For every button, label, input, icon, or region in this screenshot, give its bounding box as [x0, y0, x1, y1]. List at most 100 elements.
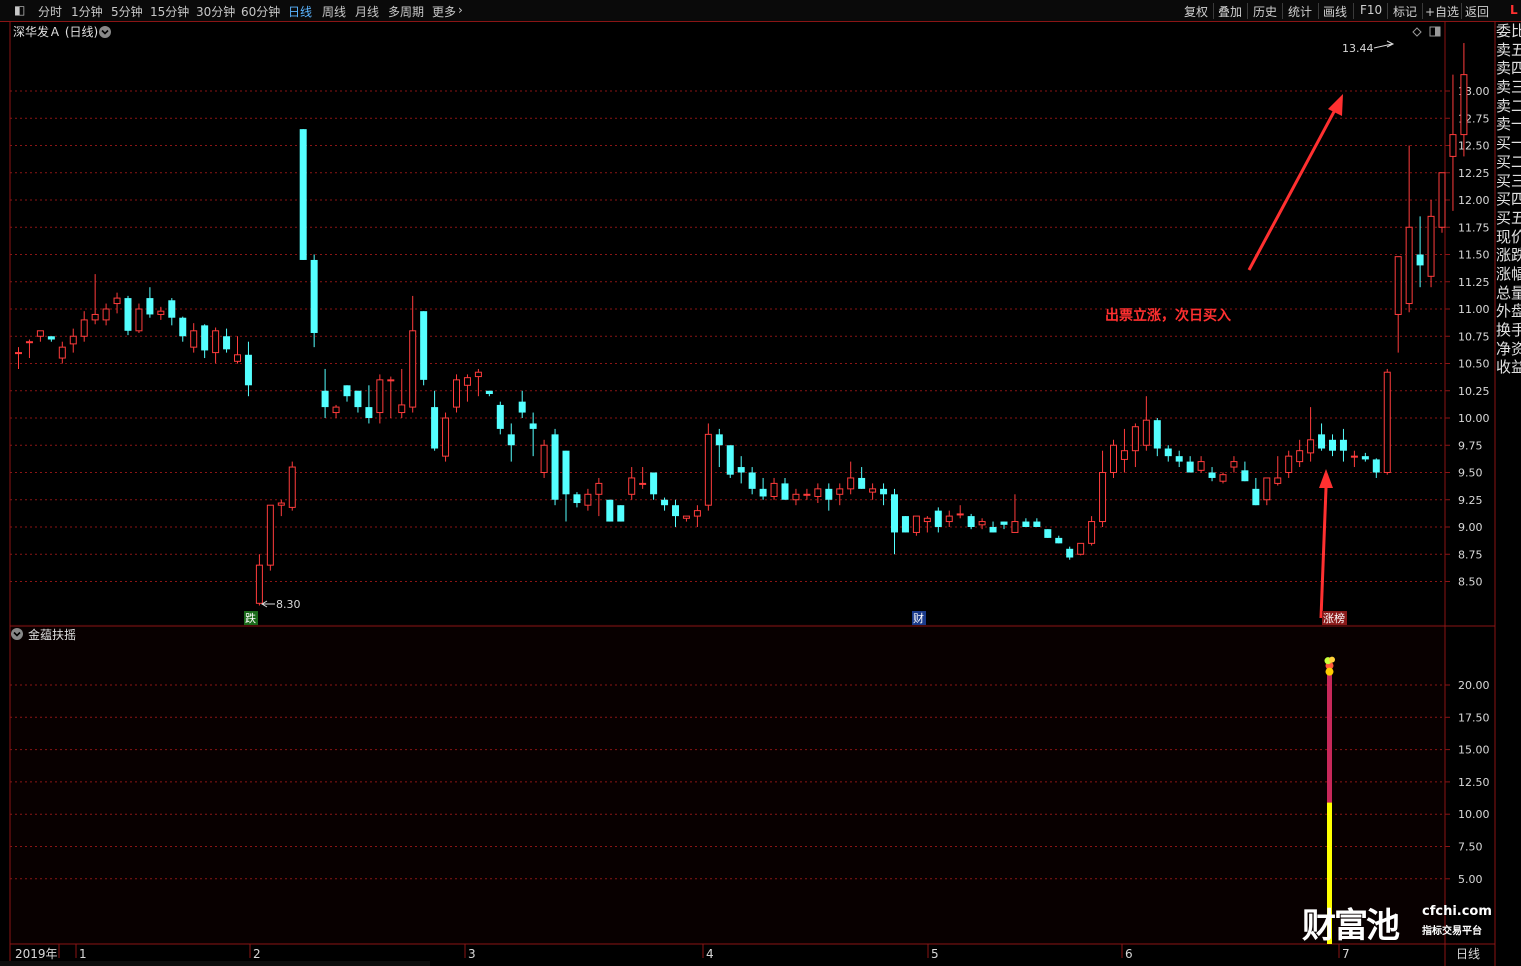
candle-body-down	[781, 483, 789, 500]
candle-body-down	[1318, 434, 1326, 449]
btn-add-watchlist[interactable]: +自选	[1425, 3, 1459, 20]
side-item-sell2: 卖二	[1496, 96, 1521, 115]
time-label-year: 2019年	[15, 947, 58, 961]
btn-restore-rights[interactable]: 复权	[1184, 3, 1208, 20]
candle-body-down	[1033, 521, 1041, 527]
period-more[interactable]: 更多	[432, 3, 456, 20]
candle-body-up	[332, 406, 340, 414]
price-tick-label: 11.00	[1458, 303, 1490, 316]
candle-body-up	[69, 335, 77, 345]
candle-body-down	[518, 401, 526, 413]
kline-chart[interactable]: 13.0012.7512.5012.2512.0011.7511.5011.25…	[0, 22, 1521, 966]
candle-body-up	[923, 517, 931, 523]
candle-body-down	[715, 434, 723, 446]
chevron-right-icon[interactable]: ›	[458, 3, 463, 17]
candle-body-up	[1274, 477, 1282, 484]
candle-body-up	[387, 379, 395, 382]
period-60min[interactable]: 60分钟	[241, 3, 280, 20]
candle-body-down	[1066, 548, 1074, 558]
bottom-scrollbar[interactable]	[0, 961, 430, 966]
period-weekly[interactable]: 周线	[322, 3, 346, 20]
candle	[266, 504, 274, 571]
dropdown-icon[interactable]	[99, 26, 111, 38]
period-monthly[interactable]: 月线	[355, 3, 379, 20]
candle-body-up	[1077, 542, 1085, 555]
time-label-month-3: 3	[468, 947, 476, 961]
indicator-tick-label: 5.00	[1458, 873, 1483, 886]
candle	[1383, 368, 1391, 475]
period-multi[interactable]: 多周期	[388, 3, 424, 20]
btn-history[interactable]: 历史	[1253, 3, 1277, 20]
side-item-sell1: 卖一	[1496, 115, 1521, 134]
event-tag-fall[interactable]: 跌	[244, 611, 258, 625]
side-item-change: 涨跌	[1496, 246, 1521, 265]
btn-draw-line[interactable]: 画线	[1323, 3, 1347, 20]
candle-body-up	[15, 352, 22, 355]
event-tag-finance[interactable]: 财	[912, 611, 926, 625]
candle-body-down	[891, 494, 898, 533]
time-label-month-7: 7	[1342, 947, 1350, 961]
candle-body-down	[759, 488, 767, 497]
low-marker-label: 8.30	[276, 598, 301, 611]
candle-body-up	[91, 313, 99, 321]
panel-toggle-icon[interactable]: ◧	[14, 3, 25, 17]
candle-body-down	[1361, 456, 1369, 460]
candle-body-up	[540, 444, 548, 473]
period-5min[interactable]: 5分钟	[111, 3, 143, 20]
period-intraday[interactable]: 分时	[38, 3, 62, 20]
signal-ball-gold	[1325, 667, 1334, 676]
corner-label: L	[1510, 3, 1518, 17]
btn-mark[interactable]: 标记	[1393, 3, 1417, 20]
candle-body-up	[255, 564, 263, 604]
btn-overlay[interactable]: 叠加	[1218, 3, 1242, 20]
period-daily[interactable]: 日线	[288, 3, 312, 20]
candle-body-up	[1449, 134, 1457, 157]
candle-body-up	[803, 493, 811, 496]
candle-body-down	[310, 259, 318, 333]
candle	[617, 505, 625, 522]
time-label-month-2: 2	[253, 947, 261, 961]
svg-text:跌: 跌	[245, 611, 256, 625]
candle-body-down	[244, 354, 252, 386]
candle-body-down	[606, 499, 614, 522]
candle-body-down	[496, 404, 504, 429]
candle	[540, 439, 548, 478]
period-15min[interactable]: 15分钟	[150, 3, 189, 20]
event-tag-top-gainers[interactable]: 涨榜	[1322, 611, 1347, 625]
btn-f10[interactable]: F10	[1360, 3, 1382, 17]
candle-body-down	[485, 390, 493, 395]
stock-title: 深华发Ａ (日线)	[13, 24, 98, 39]
candle-body-up	[869, 488, 877, 493]
btn-back[interactable]: 返回	[1465, 3, 1489, 20]
candle	[901, 516, 909, 533]
candle-body-down	[431, 407, 439, 449]
candle	[606, 499, 614, 522]
candle-body-up	[1296, 450, 1304, 463]
dropdown-icon[interactable]	[11, 628, 23, 640]
period-toolbar: ◧ 分时 1分钟 5分钟 15分钟 30分钟 60分钟 日线 周线 月线 多周期…	[0, 0, 1521, 22]
price-tick-label: 12.00	[1458, 194, 1490, 207]
candle-body-up	[453, 379, 460, 408]
period-30min[interactable]: 30分钟	[196, 3, 235, 20]
candle-body-up	[693, 510, 701, 517]
indicator-tick-label: 10.00	[1458, 808, 1490, 821]
candle-body-down	[825, 488, 833, 500]
indicator-title: 金蕴扶摇	[28, 627, 76, 642]
candle-body-up	[956, 513, 964, 516]
candle-body-down	[1339, 439, 1347, 451]
indicator-tick-label: 7.50	[1458, 841, 1483, 854]
candle-body-down	[1022, 521, 1030, 527]
candle-body-down	[726, 445, 734, 475]
side-item-sell5: 卖五	[1496, 40, 1521, 59]
btn-statistics[interactable]: 统计	[1288, 3, 1312, 20]
candle-body-down	[1329, 439, 1336, 451]
candle-body-up	[595, 482, 603, 495]
candle-body-up	[584, 493, 592, 506]
candle-body-down	[748, 472, 756, 489]
candle-body-down	[1208, 472, 1216, 478]
side-item-volume: 总量	[1496, 283, 1521, 302]
period-1min[interactable]: 1分钟	[71, 3, 103, 20]
candle-body-up	[1131, 426, 1139, 452]
price-tick-label: 8.50	[1458, 576, 1483, 589]
candle-body-down	[573, 494, 581, 504]
